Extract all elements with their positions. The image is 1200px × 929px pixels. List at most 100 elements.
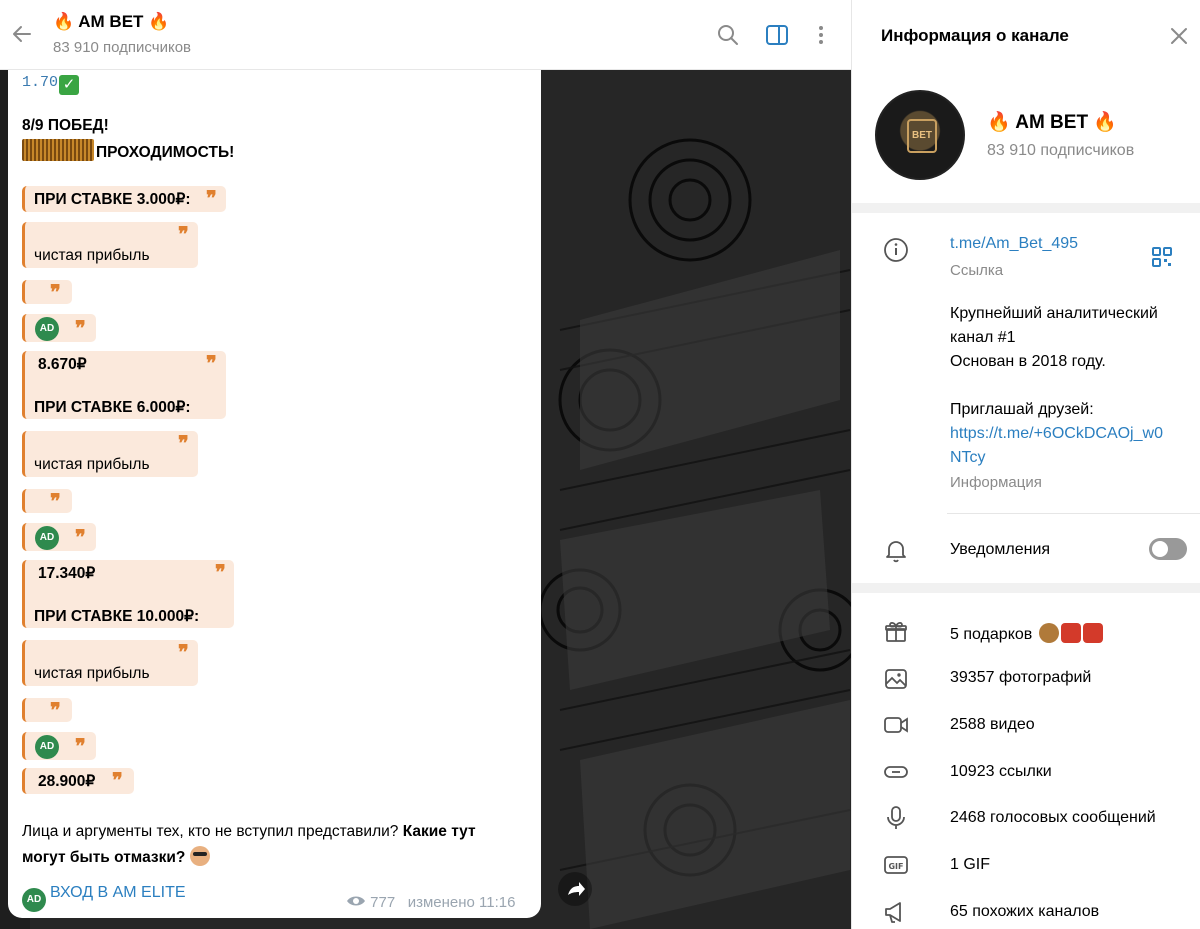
eye-icon <box>347 896 365 906</box>
forward-arrow-icon <box>568 882 585 896</box>
description-line-1: Крупнейший аналитический <box>950 305 1158 322</box>
invite-link-line-1[interactable]: https://t.me/+6OCkDCAOj_w0 <box>950 425 1163 443</box>
wins-text: 8/9 ПОБЕД! <box>22 117 109 134</box>
quote-icon: ❞ <box>75 736 86 758</box>
info-icon <box>884 238 908 262</box>
quote-icon: ❞ <box>75 527 86 549</box>
svg-text:GIF: GIF <box>888 862 903 871</box>
channel-info-panel: Информация о канале BET 🔥 AM BET 🔥 83 91… <box>851 0 1200 929</box>
photos-row[interactable]: 39357 фотографий <box>950 669 1091 687</box>
net-profit-text: чистая прибыль <box>34 665 150 682</box>
quote-amount-3: 28.900₽ ❞ <box>22 768 134 794</box>
section-divider <box>852 203 1200 213</box>
amount-1-text: 8.670₽ <box>38 356 87 373</box>
qr-code-icon[interactable] <box>1150 245 1174 269</box>
photo-icon <box>885 669 907 689</box>
quote-net-profit: ❞ чистая прибыль <box>22 431 198 477</box>
notifications-toggle[interactable] <box>1149 538 1187 560</box>
odds-value: 1.70 <box>22 74 59 91</box>
quote-icon: ❞ <box>178 224 189 246</box>
description-line-3: Основан в 2018 году. <box>950 353 1106 370</box>
quote-icon: ❞ <box>178 642 189 664</box>
quote-net-profit: ❞ чистая прибыль <box>22 222 198 268</box>
notifications-label: Уведомления <box>950 541 1051 558</box>
link-label: Ссылка <box>950 262 1004 279</box>
info-header: Информация о канале <box>852 0 1200 70</box>
sidebar-toggle-icon[interactable] <box>764 22 790 48</box>
invite-text: Приглашай друзей: <box>950 401 1094 418</box>
description-line-2: канал #1 <box>950 329 1016 346</box>
quote-empty: ❞ <box>22 698 72 722</box>
sunglasses-face-emoji-icon <box>189 846 210 866</box>
quote-icon: ❞ <box>75 318 86 340</box>
am-logo-icon: AD <box>35 317 59 341</box>
quote-empty: ❞ <box>22 489 72 513</box>
quote-icon: ❞ <box>50 491 61 513</box>
stake-6000-text: ПРИ СТАВКЕ 6.000₽: <box>34 399 191 416</box>
closing-line-2: могут быть отмазки? <box>22 846 210 867</box>
check-icon: ✓ <box>59 75 80 95</box>
amount-2-text: 17.340₽ <box>38 565 96 582</box>
channel-avatar[interactable]: BET <box>875 90 965 180</box>
quote-icon: ❞ <box>178 433 189 455</box>
quote-empty: ❞ <box>22 280 72 304</box>
chat-header: 🔥 AM BET 🔥 83 910 подписчиков <box>0 0 851 70</box>
quote-amount-1: 8.670₽ ❞ ПРИ СТАВКЕ 6.000₽: <box>22 351 226 419</box>
net-profit-text: чистая прибыль <box>34 247 150 264</box>
divider <box>947 513 1200 514</box>
channel-link[interactable]: t.me/Am_Bet_495 <box>950 235 1078 253</box>
voice-messages-row[interactable]: 2468 голосовых сообщений <box>950 809 1156 827</box>
links-row[interactable]: 10923 ссылки <box>950 763 1052 781</box>
gifts-label: 5 подарков <box>950 626 1033 643</box>
channel-subscribers: 83 910 подписчиков <box>987 142 1135 159</box>
percent-emoji-icon <box>22 139 94 161</box>
views-count: 777 <box>370 894 396 911</box>
back-arrow-icon[interactable] <box>10 22 34 46</box>
quote-logo: AD ❞ <box>22 732 96 760</box>
invite-link-line-2[interactable]: NTcy <box>950 449 986 467</box>
enter-am-elite-button[interactable]: AD ВХОД В AM ELITE <box>22 884 186 912</box>
chat-area: 🔥 AM BET 🔥 83 910 подписчиков 1.70 ✓ 8/9… <box>0 0 851 929</box>
megaphone-icon <box>885 902 901 923</box>
passability-line: ПРОХОДИМОСТЬ! <box>22 139 234 162</box>
quote-logo: AD ❞ <box>22 314 96 342</box>
gift-box-icon <box>1060 623 1081 643</box>
gift-icon <box>885 621 907 642</box>
edited-time: изменено 11:16 <box>407 894 516 911</box>
closing-plain-text: Лица и аргументы тех, кто не вступил пре… <box>22 823 399 840</box>
amount-3-text: 28.900₽ <box>38 773 96 790</box>
quote-icon: ❞ <box>215 562 226 584</box>
net-profit-text: чистая прибыль <box>34 456 150 473</box>
quote-icon: ❞ <box>206 188 217 210</box>
forward-button[interactable] <box>558 872 592 906</box>
closing-bold-text-2: могут быть отмазки? <box>22 849 186 866</box>
chat-subscribers: 83 910 подписчиков <box>53 39 192 56</box>
gift-box-icon <box>1082 623 1103 643</box>
video-icon <box>884 717 908 733</box>
section-divider <box>852 583 1200 593</box>
quote-net-profit: ❞ чистая прибыль <box>22 640 198 686</box>
microphone-icon <box>887 806 905 829</box>
chat-title[interactable]: 🔥 AM BET 🔥 <box>53 12 169 32</box>
info-panel-title: Информация о канале <box>881 26 1069 45</box>
videos-row[interactable]: 2588 видео <box>950 716 1035 734</box>
message-meta: 777 изменено 11:16 <box>346 894 515 911</box>
odds-line: 1.70 ✓ <box>22 73 80 95</box>
channel-name: 🔥 AM BET 🔥 <box>987 112 1117 133</box>
info-label: Информация <box>950 474 1042 491</box>
search-icon[interactable] <box>715 22 741 48</box>
stake-10000-text: ПРИ СТАВКЕ 10.000₽: <box>34 608 200 625</box>
quote-icon: ❞ <box>206 353 217 375</box>
link-icon <box>884 766 908 778</box>
am-logo-icon: AD <box>22 888 46 912</box>
gif-icon: GIF <box>884 856 908 874</box>
gifts-row[interactable]: 5 подарков <box>950 623 1103 644</box>
close-icon[interactable] <box>1169 26 1189 46</box>
am-logo-icon: AD <box>35 735 59 759</box>
similar-channels-row[interactable]: 65 похожих каналов <box>950 903 1099 921</box>
more-menu-icon[interactable] <box>808 22 834 48</box>
quote-amount-2: 17.340₽ ❞ ПРИ СТАВКЕ 10.000₽: <box>22 560 234 628</box>
gif-row[interactable]: 1 GIF <box>950 856 990 874</box>
bell-icon <box>886 541 906 563</box>
quote-icon: ❞ <box>112 770 123 792</box>
